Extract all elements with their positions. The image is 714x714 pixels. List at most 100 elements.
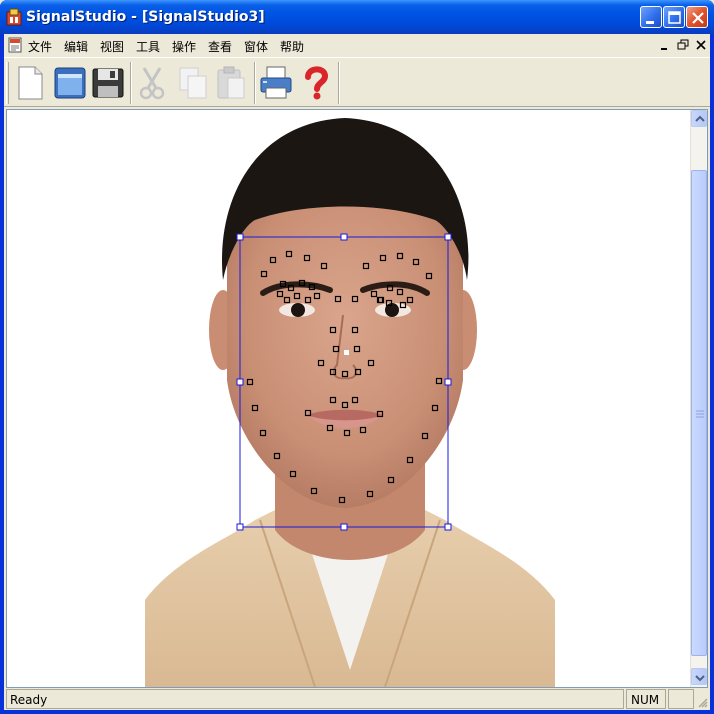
bbox-resize-handle[interactable]: [444, 523, 452, 531]
landmark-point[interactable]: [351, 396, 359, 404]
landmark-point[interactable]: [283, 296, 291, 304]
landmark-point[interactable]: [343, 429, 351, 437]
landmark-point[interactable]: [246, 378, 254, 386]
landmark-point[interactable]: [366, 490, 374, 498]
landmark-point[interactable]: [406, 296, 414, 304]
scroll-thumb[interactable]: [691, 170, 707, 656]
menu-operations[interactable]: 操作: [172, 38, 196, 55]
menu-file[interactable]: 文件: [28, 38, 52, 55]
bbox-resize-handle[interactable]: [236, 523, 244, 531]
landmark-point[interactable]: [385, 299, 393, 307]
landmark-point[interactable]: [341, 370, 349, 378]
image-view[interactable]: [6, 109, 708, 688]
landmark-point[interactable]: [326, 424, 334, 432]
landmark-point[interactable]: [310, 487, 318, 495]
landmark-point[interactable]: [351, 295, 359, 303]
landmark-point[interactable]: [293, 292, 301, 300]
landmark-point[interactable]: [329, 326, 337, 334]
paste-button[interactable]: [214, 64, 250, 102]
center-marker[interactable]: [344, 350, 349, 355]
landmark-point[interactable]: [387, 476, 395, 484]
landmark-point[interactable]: [359, 426, 367, 434]
vertical-scrollbar[interactable]: [690, 110, 707, 687]
size-grip-icon[interactable]: [696, 696, 708, 708]
landmark-overlay[interactable]: [7, 110, 692, 687]
landmark-point[interactable]: [379, 254, 387, 262]
landmark-point[interactable]: [376, 410, 384, 418]
landmark-point[interactable]: [341, 401, 349, 409]
landmark-point[interactable]: [431, 404, 439, 412]
close-button[interactable]: [686, 6, 708, 28]
landmark-point[interactable]: [313, 292, 321, 300]
help-button[interactable]: [298, 64, 334, 102]
minimize-button[interactable]: [640, 6, 662, 28]
landmark-point[interactable]: [332, 345, 340, 353]
bbox-resize-handle[interactable]: [444, 378, 452, 386]
landmark-point[interactable]: [303, 254, 311, 262]
landmark-point[interactable]: [304, 409, 312, 417]
menu-tools[interactable]: 工具: [136, 38, 160, 55]
landmark-point[interactable]: [334, 295, 342, 303]
maximize-button[interactable]: [663, 6, 685, 28]
print-button[interactable]: [258, 64, 294, 102]
landmark-point[interactable]: [317, 359, 325, 367]
bbox-resize-handle[interactable]: [236, 233, 244, 241]
landmark-point[interactable]: [421, 432, 429, 440]
copy-button[interactable]: [176, 64, 212, 102]
save-button[interactable]: [90, 64, 126, 102]
menu-edit[interactable]: 编辑: [64, 38, 88, 55]
landmark-point[interactable]: [362, 262, 370, 270]
title-bar[interactable]: SignalStudio - [SignalStudio3]: [0, 0, 714, 34]
landmark-point[interactable]: [406, 456, 414, 464]
new-button[interactable]: [12, 64, 48, 102]
landmark-point[interactable]: [285, 250, 293, 258]
landmark-point[interactable]: [351, 326, 359, 334]
mdi-restore-button[interactable]: [676, 38, 690, 52]
landmark-point[interactable]: [435, 377, 443, 385]
menu-inspect[interactable]: 查看: [208, 38, 232, 55]
landmark-point[interactable]: [396, 252, 404, 260]
landmark-point[interactable]: [298, 279, 306, 287]
bbox-resize-handle[interactable]: [340, 233, 348, 241]
scroll-down-button[interactable]: [691, 668, 707, 685]
landmark-point[interactable]: [338, 496, 346, 504]
landmark-point[interactable]: [425, 272, 433, 280]
mdi-minimize-button[interactable]: [658, 38, 672, 52]
landmark-point[interactable]: [269, 256, 277, 264]
landmark-point[interactable]: [251, 404, 259, 412]
landmark-point[interactable]: [396, 288, 404, 296]
landmark-point[interactable]: [260, 270, 268, 278]
landmark-point[interactable]: [353, 345, 361, 353]
bbox-resize-handle[interactable]: [340, 523, 348, 531]
landmark-point[interactable]: [320, 262, 328, 270]
landmark-point[interactable]: [304, 296, 312, 304]
landmark-point[interactable]: [329, 368, 337, 376]
landmark-point[interactable]: [259, 429, 267, 437]
menu-view[interactable]: 视图: [100, 38, 124, 55]
landmark-point[interactable]: [386, 284, 394, 292]
bbox-resize-handle[interactable]: [236, 378, 244, 386]
landmark-point[interactable]: [399, 301, 407, 309]
landmark-point[interactable]: [279, 280, 287, 288]
bbox-resize-handle[interactable]: [444, 233, 452, 241]
landmark-point[interactable]: [289, 470, 297, 478]
landmark-point[interactable]: [354, 368, 362, 376]
menu-window[interactable]: 窗体: [244, 38, 268, 55]
face-bounding-box[interactable]: [239, 236, 449, 528]
mdi-close-button[interactable]: [694, 38, 708, 52]
landmark-point[interactable]: [287, 284, 295, 292]
cut-button[interactable]: [134, 64, 170, 102]
landmark-point[interactable]: [308, 283, 316, 291]
landmark-point[interactable]: [367, 359, 375, 367]
menu-help[interactable]: 帮助: [280, 38, 304, 55]
open-button[interactable]: [52, 64, 88, 102]
toolbar-grip[interactable]: [6, 62, 9, 104]
landmark-point[interactable]: [370, 290, 378, 298]
document-icon[interactable]: [7, 37, 23, 53]
landmark-point[interactable]: [412, 258, 420, 266]
landmark-point[interactable]: [329, 396, 337, 404]
scroll-up-button[interactable]: [691, 110, 707, 127]
landmark-point[interactable]: [273, 452, 281, 460]
landmark-point[interactable]: [276, 290, 284, 298]
app-icon[interactable]: [6, 8, 22, 26]
